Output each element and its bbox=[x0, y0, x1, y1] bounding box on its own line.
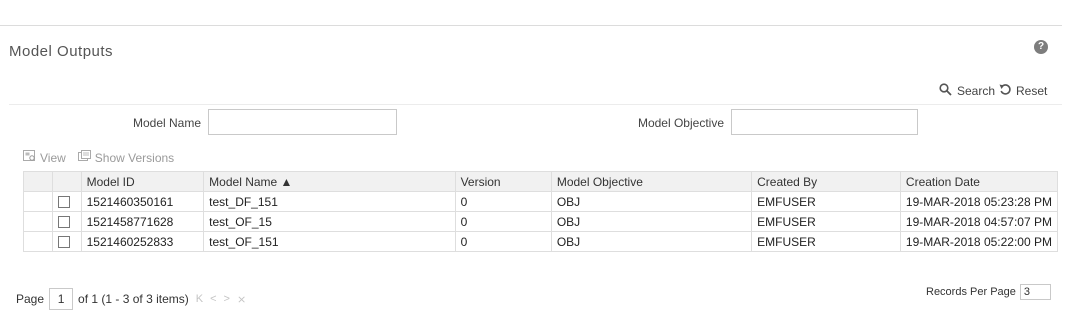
table-row[interactable]: 1521460350161 test_DF_151 0 OBJ EMFUSER … bbox=[23, 191, 1059, 212]
model-name-cell: test_DF_151 bbox=[203, 191, 456, 212]
version-cell: 0 bbox=[454, 191, 552, 212]
row-blank-cell bbox=[23, 191, 53, 212]
version-cell: 0 bbox=[454, 211, 552, 232]
model-id-cell: 1521460252833 bbox=[80, 231, 205, 252]
creation-date-cell: 19-MAR-2018 04:57:07 PM bbox=[899, 211, 1059, 232]
page-title: Model Outputs bbox=[9, 43, 114, 60]
model-outputs-table: Model ID Model Name ▲ Version Model Obje… bbox=[23, 171, 1059, 252]
search-button[interactable]: Search bbox=[939, 83, 995, 99]
row-select-cell bbox=[51, 211, 82, 232]
first-page-icon[interactable]: K bbox=[196, 293, 203, 305]
row-select-cell bbox=[51, 191, 82, 212]
model-name-cell: test_OF_15 bbox=[203, 211, 456, 232]
title-divider bbox=[9, 104, 1062, 105]
model-objective-label: Model Objective bbox=[637, 116, 724, 130]
model-name-cell: test_OF_151 bbox=[203, 231, 456, 252]
view-label: View bbox=[40, 150, 66, 165]
column-header-creation-date[interactable]: Creation Date bbox=[899, 171, 1059, 192]
grid-toolbar: View Show Versions bbox=[23, 150, 174, 165]
row-blank-cell bbox=[23, 211, 53, 232]
header-blank-cell bbox=[23, 171, 53, 192]
help-icon[interactable]: ? bbox=[1034, 40, 1048, 54]
table-header-row: Model ID Model Name ▲ Version Model Obje… bbox=[23, 171, 1059, 192]
view-icon bbox=[23, 150, 36, 165]
model-objective-cell: OBJ bbox=[550, 211, 753, 232]
model-objective-cell: OBJ bbox=[550, 231, 753, 252]
column-header-created-by[interactable]: Created By bbox=[751, 171, 901, 192]
row-checkbox[interactable] bbox=[57, 216, 70, 229]
created-by-cell: EMFUSER bbox=[751, 211, 901, 232]
row-checkbox[interactable] bbox=[57, 196, 70, 209]
header-select-cell bbox=[51, 171, 82, 192]
records-per-page-label: Records Per Page bbox=[926, 286, 1016, 298]
model-objective-input[interactable] bbox=[731, 109, 918, 135]
created-by-cell: EMFUSER bbox=[751, 191, 901, 212]
view-button[interactable]: View bbox=[23, 150, 66, 165]
table-row[interactable]: 1521458771628 test_OF_15 0 OBJ EMFUSER 1… bbox=[23, 211, 1059, 232]
search-icon bbox=[939, 83, 952, 99]
page-summary: of 1 (1 - 3 of 3 items) bbox=[78, 292, 189, 306]
page-label: Page bbox=[16, 292, 45, 306]
model-id-cell: 1521458771628 bbox=[80, 211, 205, 232]
creation-date-cell: 19-MAR-2018 05:22:00 PM bbox=[899, 231, 1059, 252]
row-select-cell bbox=[51, 231, 82, 252]
creation-date-cell: 19-MAR-2018 05:23:28 PM bbox=[899, 191, 1059, 212]
column-header-model-objective[interactable]: Model Objective bbox=[550, 171, 753, 192]
show-versions-label: Show Versions bbox=[94, 150, 175, 165]
last-page-icon[interactable]: ⨯ bbox=[237, 293, 246, 306]
reset-label: Reset bbox=[1016, 84, 1048, 98]
version-cell: 0 bbox=[454, 231, 552, 252]
pagination-bar: Page 1 of 1 (1 - 3 of 3 items) K < > ⨯ bbox=[16, 288, 246, 310]
column-header-model-name[interactable]: Model Name ▲ bbox=[203, 171, 456, 192]
records-per-page-input[interactable]: 3 bbox=[1019, 284, 1051, 300]
versions-icon bbox=[77, 150, 91, 165]
next-page-icon[interactable]: > bbox=[224, 293, 230, 305]
search-label: Search bbox=[957, 84, 996, 98]
reset-icon bbox=[999, 83, 1012, 99]
model-name-label: Model Name bbox=[132, 116, 201, 130]
created-by-cell: EMFUSER bbox=[751, 231, 901, 252]
top-divider bbox=[0, 25, 1062, 26]
model-objective-cell: OBJ bbox=[550, 191, 753, 212]
records-per-page: Records Per Page 3 bbox=[926, 284, 1051, 300]
row-checkbox[interactable] bbox=[57, 236, 70, 249]
show-versions-button[interactable]: Show Versions bbox=[77, 150, 175, 165]
previous-page-icon[interactable]: < bbox=[210, 293, 216, 305]
column-header-model-id[interactable]: Model ID bbox=[80, 171, 205, 192]
reset-button[interactable]: Reset bbox=[999, 83, 1047, 99]
table-row[interactable]: 1521460252833 test_OF_151 0 OBJ EMFUSER … bbox=[23, 231, 1059, 252]
current-page-input[interactable]: 1 bbox=[49, 288, 74, 310]
model-name-input[interactable] bbox=[208, 109, 397, 135]
column-header-version[interactable]: Version bbox=[454, 171, 552, 192]
model-id-cell: 1521460350161 bbox=[80, 191, 205, 212]
row-blank-cell bbox=[23, 231, 53, 252]
